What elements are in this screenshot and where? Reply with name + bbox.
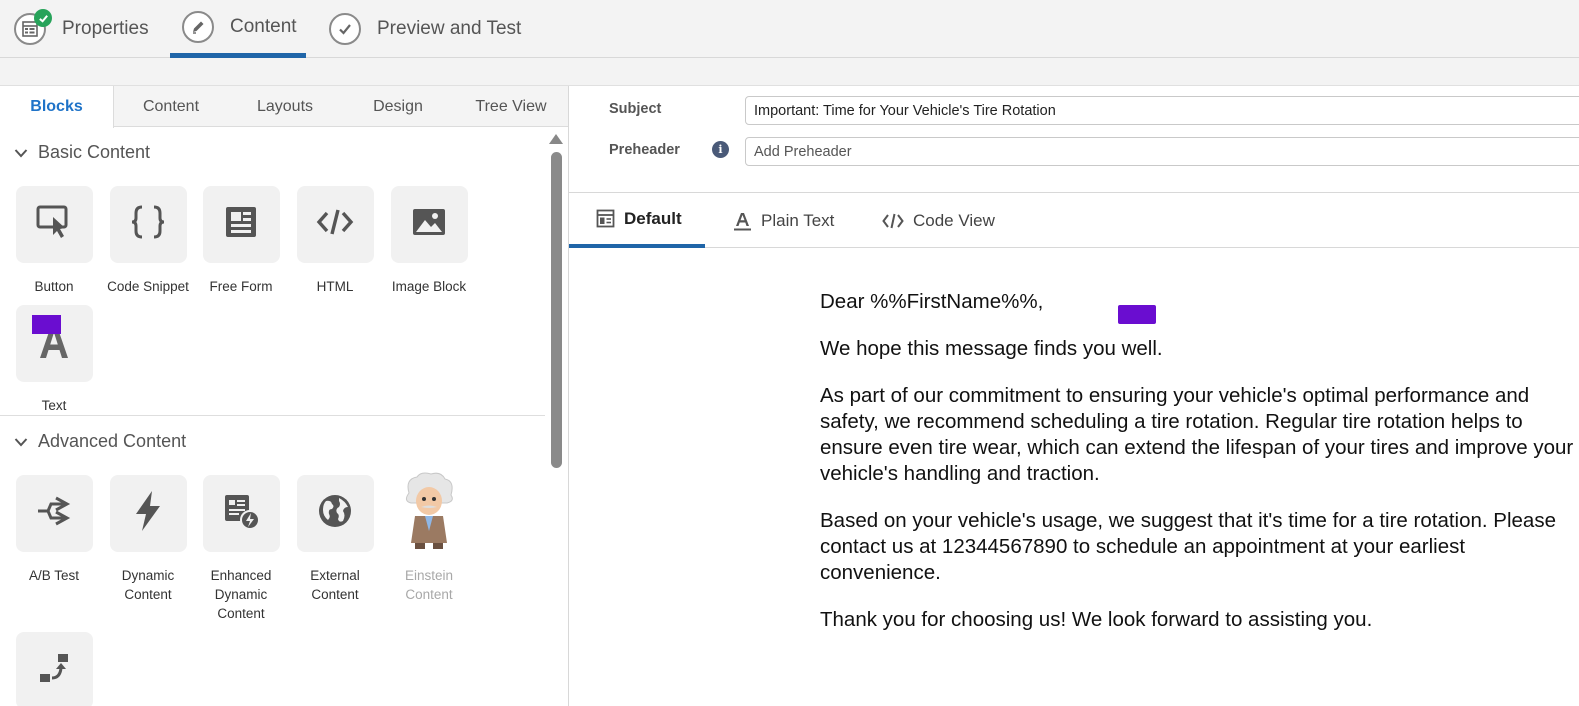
email-greeting: Dear %%FirstName%%,: [820, 290, 1044, 313]
redaction-mark: [1118, 305, 1156, 324]
checkmark-icon: [329, 13, 361, 45]
tab-code-view[interactable]: Code View: [882, 193, 995, 248]
block-label: Image Block: [391, 279, 467, 294]
subject-label: Subject: [609, 101, 662, 117]
curly-braces-icon: [128, 202, 168, 247]
code-tag-icon: [316, 207, 354, 242]
block-dynamic-content[interactable]: Dynamic Content: [103, 475, 193, 604]
content-blocks-panel: Blocks Content Layouts Design Tree View …: [0, 86, 569, 706]
redaction-mark: [31, 315, 61, 334]
block-html[interactable]: HTML: [290, 186, 380, 296]
view-tabs: Default Plain Text Code View: [569, 193, 1579, 248]
preheader-label: Preheader: [609, 142, 680, 158]
left-tabs: Blocks Content Layouts Design Tree View: [0, 86, 568, 128]
advanced-content-header[interactable]: Advanced Content: [14, 431, 186, 452]
chevron-down-icon: [14, 142, 28, 163]
block-enhanced-dynamic-content[interactable]: Enhanced Dynamic Content: [196, 475, 286, 623]
email-editor: Subject Preheader i Default Plain Text C…: [569, 86, 1579, 706]
globe-icon: [317, 493, 353, 534]
step-content[interactable]: Content: [170, 0, 306, 58]
scroll-thumb[interactable]: [551, 152, 562, 468]
block-label: Einstein Content: [404, 568, 454, 602]
code-view-icon: [882, 213, 904, 229]
block-label: HTML: [316, 279, 354, 294]
chevron-down-icon: [14, 431, 28, 452]
preheader-input[interactable]: [745, 137, 1579, 166]
tab-layouts[interactable]: Layouts: [228, 86, 342, 127]
block-move-blocks[interactable]: [9, 632, 99, 706]
scroll-up-arrow-icon[interactable]: [549, 134, 563, 144]
step-label: Properties: [62, 18, 149, 39]
tab-label: Plain Text: [761, 210, 835, 230]
block-label: A/B Test: [28, 568, 80, 583]
tab-blocks[interactable]: Blocks: [0, 86, 114, 128]
basic-content-header[interactable]: Basic Content: [14, 142, 150, 163]
block-label: Free Form: [209, 279, 273, 294]
tab-design[interactable]: Design: [342, 86, 454, 127]
tab-label: Code View: [913, 210, 995, 230]
tab-content[interactable]: Content: [114, 86, 228, 127]
block-button[interactable]: Button: [9, 186, 99, 296]
tab-plain-text[interactable]: Plain Text: [733, 193, 834, 248]
completed-check-icon: [34, 9, 52, 27]
block-free-form[interactable]: Free Form: [196, 186, 286, 296]
section-title: Basic Content: [38, 142, 151, 162]
email-paragraph: As part of our commitment to ensuring yo…: [820, 384, 1574, 485]
block-label: Button: [34, 279, 74, 294]
pencil-icon: [182, 10, 214, 43]
lightning-icon: [132, 489, 164, 538]
step-preview-and-test[interactable]: Preview and Test: [329, 0, 521, 58]
tab-default[interactable]: Default: [569, 193, 705, 248]
block-label: Enhanced Dynamic Content: [210, 568, 272, 621]
toolbar-strip: [0, 58, 1579, 86]
email-paragraph: Based on your vehicle's usage, we sugges…: [820, 509, 1556, 584]
left-panel-scrollbar[interactable]: [548, 130, 564, 706]
block-label: External Content: [310, 568, 360, 602]
wizard-bar: Properties Content Preview and Test: [0, 0, 1579, 58]
block-label: Dynamic Content: [121, 568, 175, 602]
block-label: Code Snippet: [107, 279, 189, 294]
ab-test-icon: [34, 493, 74, 534]
einstein-icon: [401, 471, 457, 556]
info-icon[interactable]: i: [712, 141, 729, 158]
email-body[interactable]: Dear %%FirstName%%, We hope this message…: [820, 289, 1579, 654]
button-click-icon: [34, 202, 74, 247]
free-form-icon: [223, 204, 259, 245]
section-divider: [0, 415, 545, 416]
block-ab-test[interactable]: A/B Test: [9, 475, 99, 585]
step-properties[interactable]: Properties: [14, 0, 149, 58]
block-einstein-content[interactable]: Einstein Content: [384, 472, 474, 604]
text-underline-icon: [733, 211, 752, 231]
move-blocks-icon: [34, 648, 74, 693]
properties-icon: [14, 9, 52, 45]
email-paragraph: We hope this message finds you well.: [820, 337, 1163, 360]
enhanced-dynamic-icon: [221, 491, 261, 536]
block-image[interactable]: Image Block: [384, 186, 474, 296]
step-label: Preview and Test: [377, 18, 522, 39]
email-paragraph: Thank you for choosing us! We look forwa…: [820, 608, 1373, 631]
step-label: Content: [230, 15, 297, 37]
block-text[interactable]: Text: [9, 305, 99, 415]
block-label: Text: [41, 398, 67, 413]
subject-input[interactable]: [745, 96, 1579, 125]
section-title: Advanced Content: [38, 431, 187, 451]
tab-label: Default: [624, 208, 682, 228]
layout-icon: [596, 209, 615, 228]
block-external-content[interactable]: External Content: [290, 475, 380, 604]
block-code-snippet[interactable]: Code Snippet: [103, 186, 193, 296]
image-icon: [411, 207, 447, 242]
tab-tree-view[interactable]: Tree View: [454, 86, 568, 127]
